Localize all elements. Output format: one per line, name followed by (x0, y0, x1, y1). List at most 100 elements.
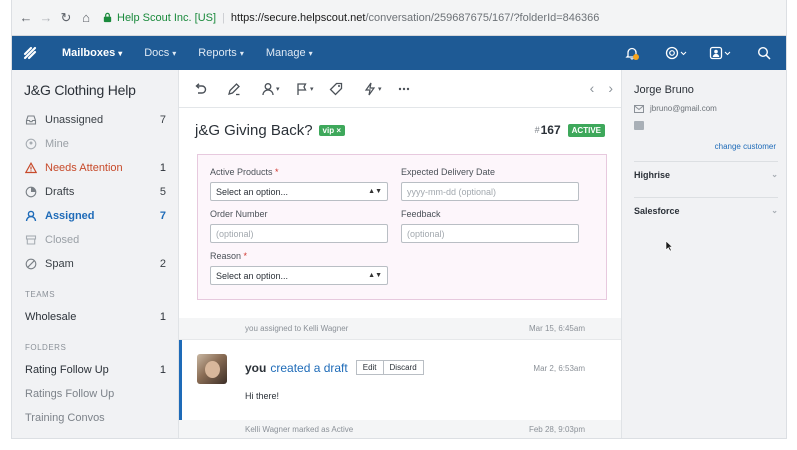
avatar (197, 354, 227, 384)
chevron-down-icon: ▾ (378, 85, 382, 93)
folder-training-convos[interactable]: Training Convos (12, 406, 178, 430)
nav-manage[interactable]: Manage ▾ (256, 47, 325, 59)
reload-icon[interactable]: ↻ (58, 10, 74, 26)
thread-action: created a draft (270, 360, 348, 375)
required-mark: * (243, 251, 248, 261)
bell-icon[interactable] (610, 46, 654, 60)
folder-unassigned[interactable]: Unassigned 7 (12, 108, 178, 132)
active-products-select[interactable]: Select an option... ▲▼ (210, 182, 388, 201)
folder-needs-attention[interactable]: Needs Attention 1 (12, 156, 178, 180)
customer-name[interactable]: Jorge Bruno (634, 84, 786, 96)
helpscout-logo-icon[interactable] (12, 45, 48, 61)
field-label: Feedback (401, 209, 441, 219)
app-highrise[interactable]: Highrise ⌄ (634, 161, 778, 187)
conversation-pager: ‹ › (590, 80, 613, 96)
order-number-input[interactable]: (optional) (210, 224, 388, 243)
drafts-icon (25, 186, 45, 198)
status-badge[interactable]: ACTIVE (567, 123, 605, 137)
reason-select[interactable]: Select an option... ▲▼ (210, 266, 388, 285)
tag-icon[interactable] (329, 82, 363, 96)
customer-panel: Jorge Bruno jbruno@gmail.com change cust… (621, 70, 786, 438)
edit-draft-button[interactable]: Edit (355, 360, 384, 375)
select-value: Select an option... (216, 270, 289, 281)
forward-icon[interactable]: → (38, 10, 54, 25)
home-icon[interactable]: ⌂ (78, 10, 94, 25)
mailbox-title[interactable]: J&G Clothing Help (24, 82, 178, 98)
url-path: /conversation/259687675/167/?folderId=84… (365, 11, 600, 24)
notification-dot (633, 54, 639, 60)
folder-ratings-follow-up[interactable]: Ratings Follow Up (12, 382, 178, 406)
undo-icon[interactable] (193, 82, 227, 96)
assigned-icon (25, 210, 45, 222)
edit-icon[interactable] (227, 82, 261, 96)
next-conversation-icon[interactable]: › (608, 80, 613, 96)
lock-icon (103, 12, 112, 23)
customer-email-text[interactable]: jbruno@gmail.com (650, 104, 717, 113)
customer-email: jbruno@gmail.com (634, 104, 786, 113)
address-bar[interactable]: Help Scout Inc. [US] | https://secure.he… (102, 12, 599, 24)
app-salesforce[interactable]: Salesforce ⌄ (634, 197, 778, 223)
folder-label: Closed (45, 234, 80, 246)
order-number-field: Order Number (optional) (210, 209, 388, 243)
expected-delivery-input[interactable]: yyyy-mm-dd (optional) (401, 182, 579, 201)
team-wholesale[interactable]: Wholesale 1 (12, 305, 178, 329)
ticket-info: # 167 ACTIVE (535, 123, 605, 137)
twitter-icon[interactable] (634, 121, 644, 130)
conversation-subject[interactable]: j&G Giving Back? (195, 122, 313, 139)
main-menu: Mailboxes ▾ Docs ▾ Reports ▾ Manage ▾ (52, 47, 325, 59)
folder-closed[interactable]: Closed (12, 228, 178, 252)
nav-reports[interactable]: Reports ▾ (188, 47, 256, 59)
folder-rating-follow-up[interactable]: Rating Follow Up 1 (12, 358, 178, 382)
required-mark: * (275, 167, 279, 177)
folder-assigned[interactable]: Assigned 7 (12, 204, 178, 228)
flag-icon[interactable]: ▾ (295, 82, 329, 96)
url-separator: | (222, 11, 225, 24)
field-label: Expected Delivery Date (401, 167, 496, 177)
nav-manage-label: Manage (265, 47, 306, 59)
folder-label: Unassigned (45, 114, 104, 126)
thread-body: Hi there! (245, 391, 280, 401)
workflow-icon[interactable]: ▾ (363, 82, 397, 96)
select-value: Select an option... (216, 186, 289, 197)
browser-bar: ← → ↻ ⌂ Help Scout Inc. [US] | https://s… (12, 0, 786, 36)
folder-count: 1 (159, 162, 166, 174)
chevron-down-icon: ▾ (308, 49, 313, 58)
nav-mailboxes[interactable]: Mailboxes ▾ (52, 47, 134, 59)
chevron-down-icon: ▾ (239, 49, 244, 58)
folder-drafts[interactable]: Drafts 5 (12, 180, 178, 204)
folders-heading: FOLDERS (25, 343, 67, 352)
folder-count: 7 (159, 210, 166, 222)
previous-conversation-icon[interactable]: ‹ (590, 80, 595, 96)
folder-label: Spam (45, 258, 74, 270)
select-arrows-icon: ▲▼ (368, 272, 382, 279)
folder-label: Training Convos (25, 412, 105, 424)
tag-vip[interactable]: vip × (318, 124, 345, 136)
activity-time: Mar 15, 6:45am (528, 324, 585, 333)
activity-line: you assigned to Kelli Wagner Mar 15, 6:4… (179, 318, 621, 340)
nav-docs[interactable]: Docs ▾ (134, 47, 188, 59)
back-icon[interactable]: ← (18, 10, 34, 25)
activity-line: Kelli Wagner marked as Active Feb 28, 9:… (179, 420, 621, 438)
assign-icon[interactable]: ▾ (261, 82, 295, 96)
account-icon[interactable] (698, 46, 742, 60)
more-icon[interactable] (397, 82, 431, 96)
expected-delivery-field: Expected Delivery Date yyyy-mm-dd (optio… (401, 167, 579, 201)
folder-spam[interactable]: Spam 2 (12, 252, 178, 276)
teams-heading: TEAMS (25, 290, 56, 299)
help-icon[interactable] (654, 46, 698, 60)
custom-fields-panel: Active Products * Select an option... ▲▼ … (197, 154, 607, 300)
url-host: https://secure.helpscout.net (230, 11, 366, 24)
discard-draft-button[interactable]: Discard (383, 360, 424, 375)
folder-list: Unassigned 7 Mine Needs Attention 1 Draf… (12, 108, 178, 276)
nav-docs-label: Docs (144, 47, 170, 59)
search-icon[interactable] (742, 46, 786, 60)
app-label: Salesforce (634, 205, 680, 216)
feedback-input[interactable]: (optional) (401, 224, 579, 243)
avatar-face (205, 361, 220, 378)
change-customer-link[interactable]: change customer (622, 142, 776, 151)
field-label: Active Products * (210, 167, 388, 177)
folder-label: Drafts (45, 186, 75, 198)
folder-mine[interactable]: Mine (12, 132, 178, 156)
person-icon (25, 138, 45, 150)
select-arrows-icon: ▲▼ (368, 188, 382, 195)
